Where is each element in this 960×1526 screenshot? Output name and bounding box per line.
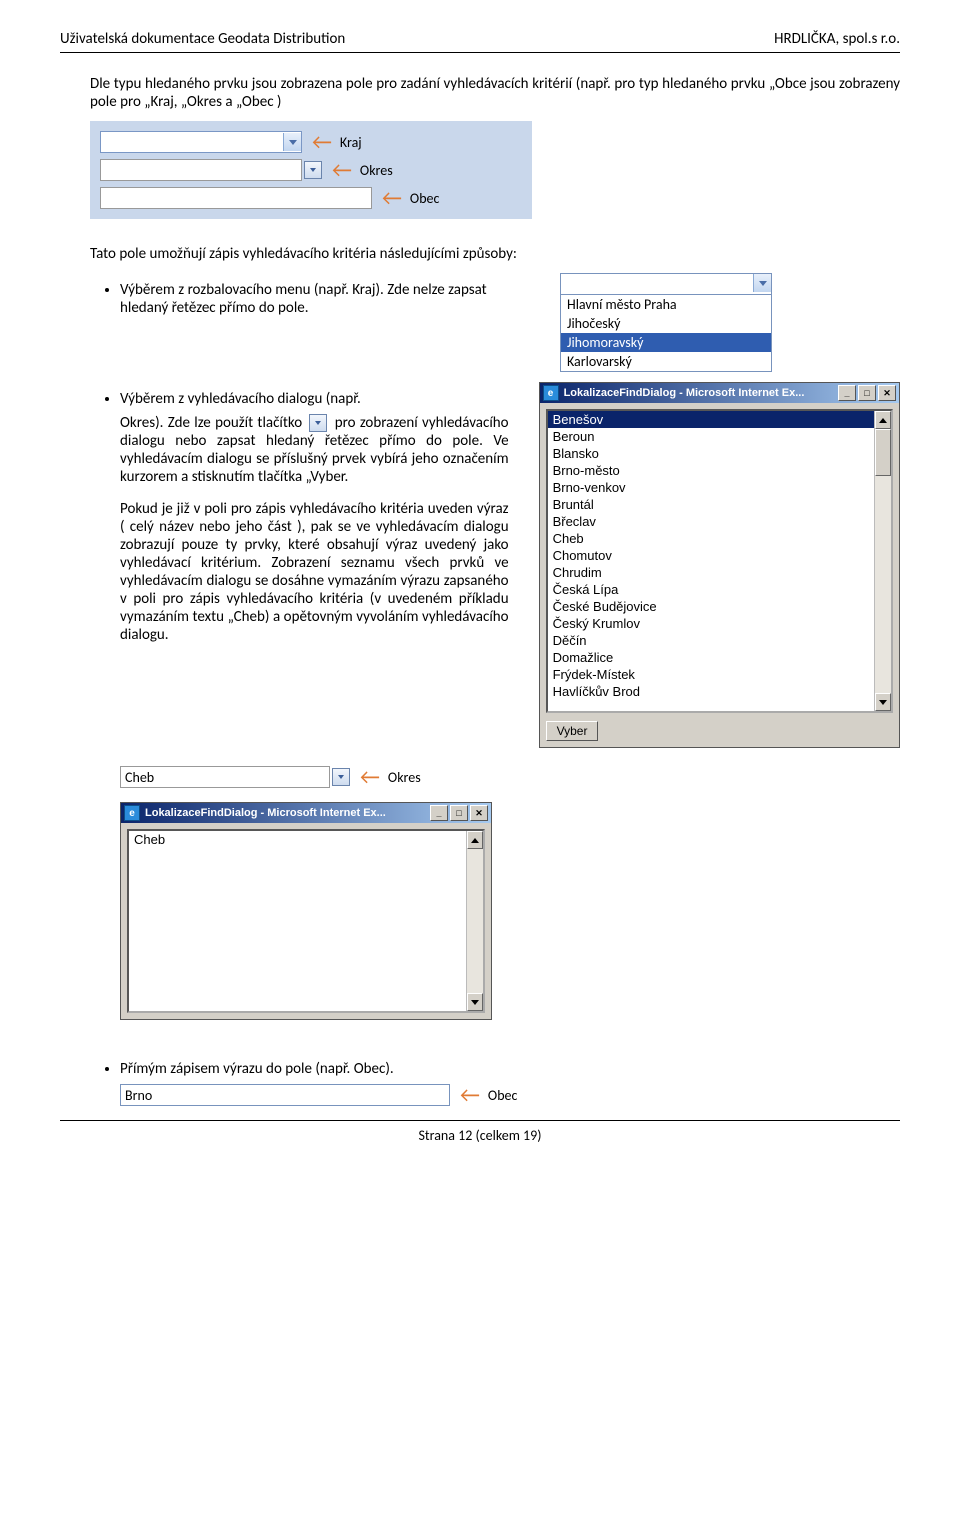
- list-item[interactable]: Blansko: [548, 445, 874, 462]
- arrow-left-icon: ←: [460, 1084, 480, 1106]
- maximize-button[interactable]: □: [450, 805, 468, 821]
- lookup-icon[interactable]: [309, 414, 327, 432]
- kraj-option[interactable]: Karlovarský: [561, 352, 771, 371]
- dialog-titlebar[interactable]: e LokalizaceFindDialog - Microsoft Inter…: [121, 803, 491, 823]
- results-listbox[interactable]: BenešovBerounBlanskoBrno-městoBrno-venko…: [546, 409, 893, 713]
- find-dialog: e LokalizaceFindDialog - Microsoft Inter…: [539, 382, 900, 748]
- list-item[interactable]: Benešov: [548, 411, 874, 428]
- minimize-button[interactable]: _: [838, 385, 856, 401]
- dialog-title: LokalizaceFindDialog - Microsoft Interne…: [145, 807, 430, 819]
- bottom-divider: [60, 1120, 900, 1121]
- triangle-down-icon: [879, 700, 887, 705]
- scroll-up-button[interactable]: [875, 411, 891, 429]
- kraj-dropdown-button[interactable]: [283, 133, 301, 151]
- chevron-down-icon: [759, 281, 767, 286]
- obec-label: Obec: [488, 1087, 518, 1104]
- list-item[interactable]: Cheb: [129, 831, 466, 848]
- list-item[interactable]: Děčín: [548, 632, 874, 649]
- arrow-left-icon: ←: [360, 766, 380, 788]
- triangle-up-icon: [879, 418, 887, 423]
- bullet-search-dialog: Výběrem z vyhledávacího dialogu (např.: [120, 390, 509, 408]
- intro-text: Dle typu hledaného prvku jsou zobrazena …: [60, 75, 900, 111]
- kraj-dropdown-button[interactable]: [753, 274, 771, 292]
- vyber-button[interactable]: Vyber: [546, 721, 599, 741]
- methods-intro: Tato pole umožňují zápis vyhledávacího k…: [60, 245, 900, 263]
- kraj-label: Kraj: [340, 134, 362, 151]
- minimize-button[interactable]: _: [430, 805, 448, 821]
- okres-lookup-button[interactable]: [332, 768, 350, 786]
- list-item[interactable]: Havlíčkův Brod: [548, 683, 874, 700]
- bullet2-body: Okres). Zde lze použít tlačítko pro zobr…: [120, 414, 509, 486]
- bullet-direct-entry: Přímým zápisem výrazu do pole (např. Obe…: [120, 1060, 900, 1078]
- scroll-up-button[interactable]: [467, 831, 483, 849]
- okres-label: Okres: [360, 162, 393, 179]
- list-item[interactable]: Brno-město: [548, 462, 874, 479]
- chevron-down-icon: [310, 168, 316, 172]
- chevron-down-icon: [338, 775, 344, 779]
- chevron-down-icon: [315, 421, 321, 425]
- list-item[interactable]: Beroun: [548, 428, 874, 445]
- bullet2-para2: Pokud je již v poli pro zápis vyhledávac…: [120, 500, 509, 644]
- header-left: Uživatelská dokumentace Geodata Distribu…: [60, 30, 345, 48]
- list-item[interactable]: Český Krumlov: [548, 615, 874, 632]
- list-item[interactable]: Chrudim: [548, 564, 874, 581]
- maximize-button[interactable]: □: [858, 385, 876, 401]
- okres-label: Okres: [388, 769, 421, 786]
- search-fields-panel: ← Kraj ← Okres ← Obec: [90, 121, 532, 219]
- bullet-select-menu: Výběrem z rozbalovacího menu (např. Kraj…: [120, 281, 520, 317]
- scrollbar[interactable]: [466, 831, 483, 1011]
- chevron-down-icon: [289, 140, 297, 145]
- kraj-combo[interactable]: [100, 131, 302, 153]
- triangle-up-icon: [471, 838, 479, 843]
- kraj-option[interactable]: Jihočeský: [561, 314, 771, 333]
- find-dialog-filtered: e LokalizaceFindDialog - Microsoft Inter…: [120, 802, 492, 1020]
- scrollbar[interactable]: [874, 411, 891, 711]
- scroll-down-button[interactable]: [875, 693, 891, 711]
- dialog-title: LokalizaceFindDialog - Microsoft Interne…: [564, 387, 838, 399]
- arrow-left-icon: ←: [312, 131, 332, 153]
- kraj-option[interactable]: Hlavní město Praha: [561, 295, 771, 314]
- arrow-left-icon: ←: [382, 187, 402, 209]
- kraj-dropdown-open: Hlavní město PrahaJihočeskýJihomoravskýK…: [560, 273, 772, 372]
- header-right: HRDLIČKA, spol.s r.o.: [774, 30, 900, 48]
- okres-lookup-button[interactable]: [304, 161, 322, 179]
- okres-field[interactable]: [100, 159, 302, 181]
- list-item[interactable]: Cheb: [548, 530, 874, 547]
- list-item[interactable]: Česká Lípa: [548, 581, 874, 598]
- top-divider: [60, 52, 900, 53]
- ie-icon: e: [124, 805, 140, 821]
- page-footer: Strana 12 (celkem 19): [60, 1127, 900, 1144]
- list-item[interactable]: Brno-venkov: [548, 479, 874, 496]
- close-button[interactable]: ✕: [470, 805, 488, 821]
- list-item[interactable]: Chomutov: [548, 547, 874, 564]
- arrow-left-icon: ←: [332, 159, 352, 181]
- list-item[interactable]: České Budějovice: [548, 598, 874, 615]
- dialog-titlebar[interactable]: e LokalizaceFindDialog - Microsoft Inter…: [540, 383, 899, 403]
- obec-input-filled[interactable]: Brno: [120, 1084, 450, 1106]
- list-item[interactable]: Frýdek-Místek: [548, 666, 874, 683]
- list-item[interactable]: Domažlice: [548, 649, 874, 666]
- kraj-option[interactable]: Jihomoravský: [561, 333, 771, 352]
- list-item[interactable]: Břeclav: [548, 513, 874, 530]
- scroll-down-button[interactable]: [467, 993, 483, 1011]
- obec-field[interactable]: [100, 187, 372, 209]
- results-listbox[interactable]: Cheb: [127, 829, 485, 1013]
- close-button[interactable]: ✕: [878, 385, 896, 401]
- ie-icon: e: [543, 385, 559, 401]
- list-item[interactable]: Bruntál: [548, 496, 874, 513]
- triangle-down-icon: [471, 1000, 479, 1005]
- obec-label: Obec: [410, 190, 440, 207]
- scroll-thumb[interactable]: [875, 429, 891, 476]
- okres-input-filled[interactable]: Cheb: [120, 766, 330, 788]
